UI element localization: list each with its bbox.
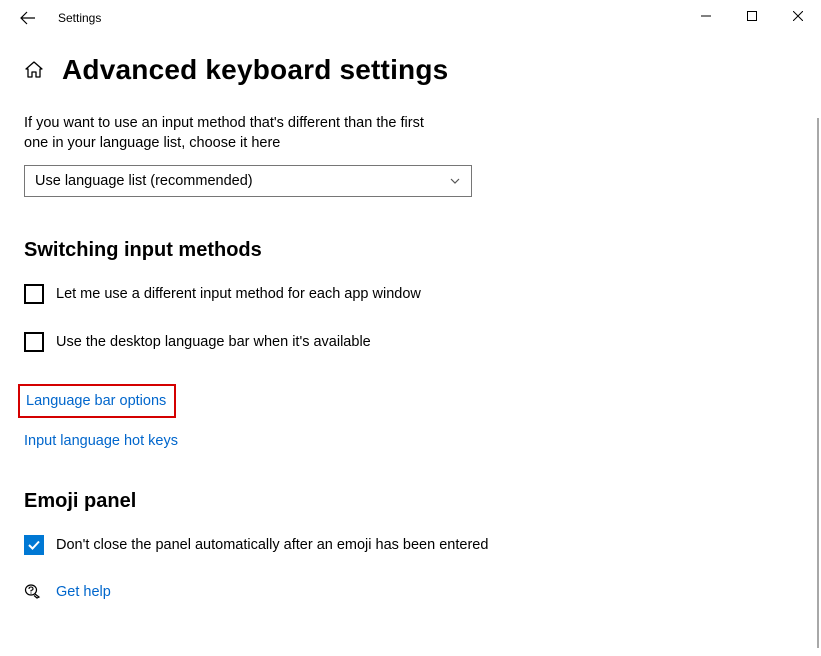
language-bar-options-link[interactable]: Language bar options	[26, 393, 166, 409]
input-language-hotkeys-link[interactable]: Input language hot keys	[24, 433, 178, 449]
page-title: Advanced keyboard settings	[62, 54, 448, 86]
get-help-link[interactable]: Get help	[56, 584, 111, 600]
highlight-annotation: Language bar options	[18, 384, 176, 418]
back-button[interactable]	[8, 0, 48, 36]
chevron-down-icon	[449, 175, 461, 187]
checkbox-per-app-input[interactable]	[24, 284, 44, 304]
home-icon[interactable]	[24, 60, 44, 80]
window-title: Settings	[58, 11, 101, 25]
close-icon	[793, 11, 803, 21]
minimize-icon	[701, 11, 711, 21]
arrow-left-icon	[20, 10, 36, 26]
close-button[interactable]	[775, 0, 821, 32]
maximize-icon	[747, 11, 757, 21]
checkbox-label: Don't close the panel automatically afte…	[56, 537, 488, 553]
check-icon	[27, 538, 41, 552]
section-emoji-heading: Emoji panel	[24, 490, 797, 513]
section-switching-heading: Switching input methods	[24, 239, 797, 262]
input-method-dropdown[interactable]: Use language list (recommended)	[24, 165, 472, 197]
minimize-button[interactable]	[683, 0, 729, 32]
maximize-button[interactable]	[729, 0, 775, 32]
dropdown-selected: Use language list (recommended)	[35, 173, 253, 189]
checkbox-desktop-language-bar[interactable]	[24, 332, 44, 352]
scrollbar[interactable]	[817, 118, 819, 648]
checkbox-emoji-panel-stay-open[interactable]	[24, 535, 44, 555]
help-icon	[24, 583, 42, 601]
page-description: If you want to use an input method that'…	[24, 114, 444, 153]
checkbox-label: Use the desktop language bar when it's a…	[56, 334, 371, 350]
checkbox-label: Let me use a different input method for …	[56, 286, 421, 302]
